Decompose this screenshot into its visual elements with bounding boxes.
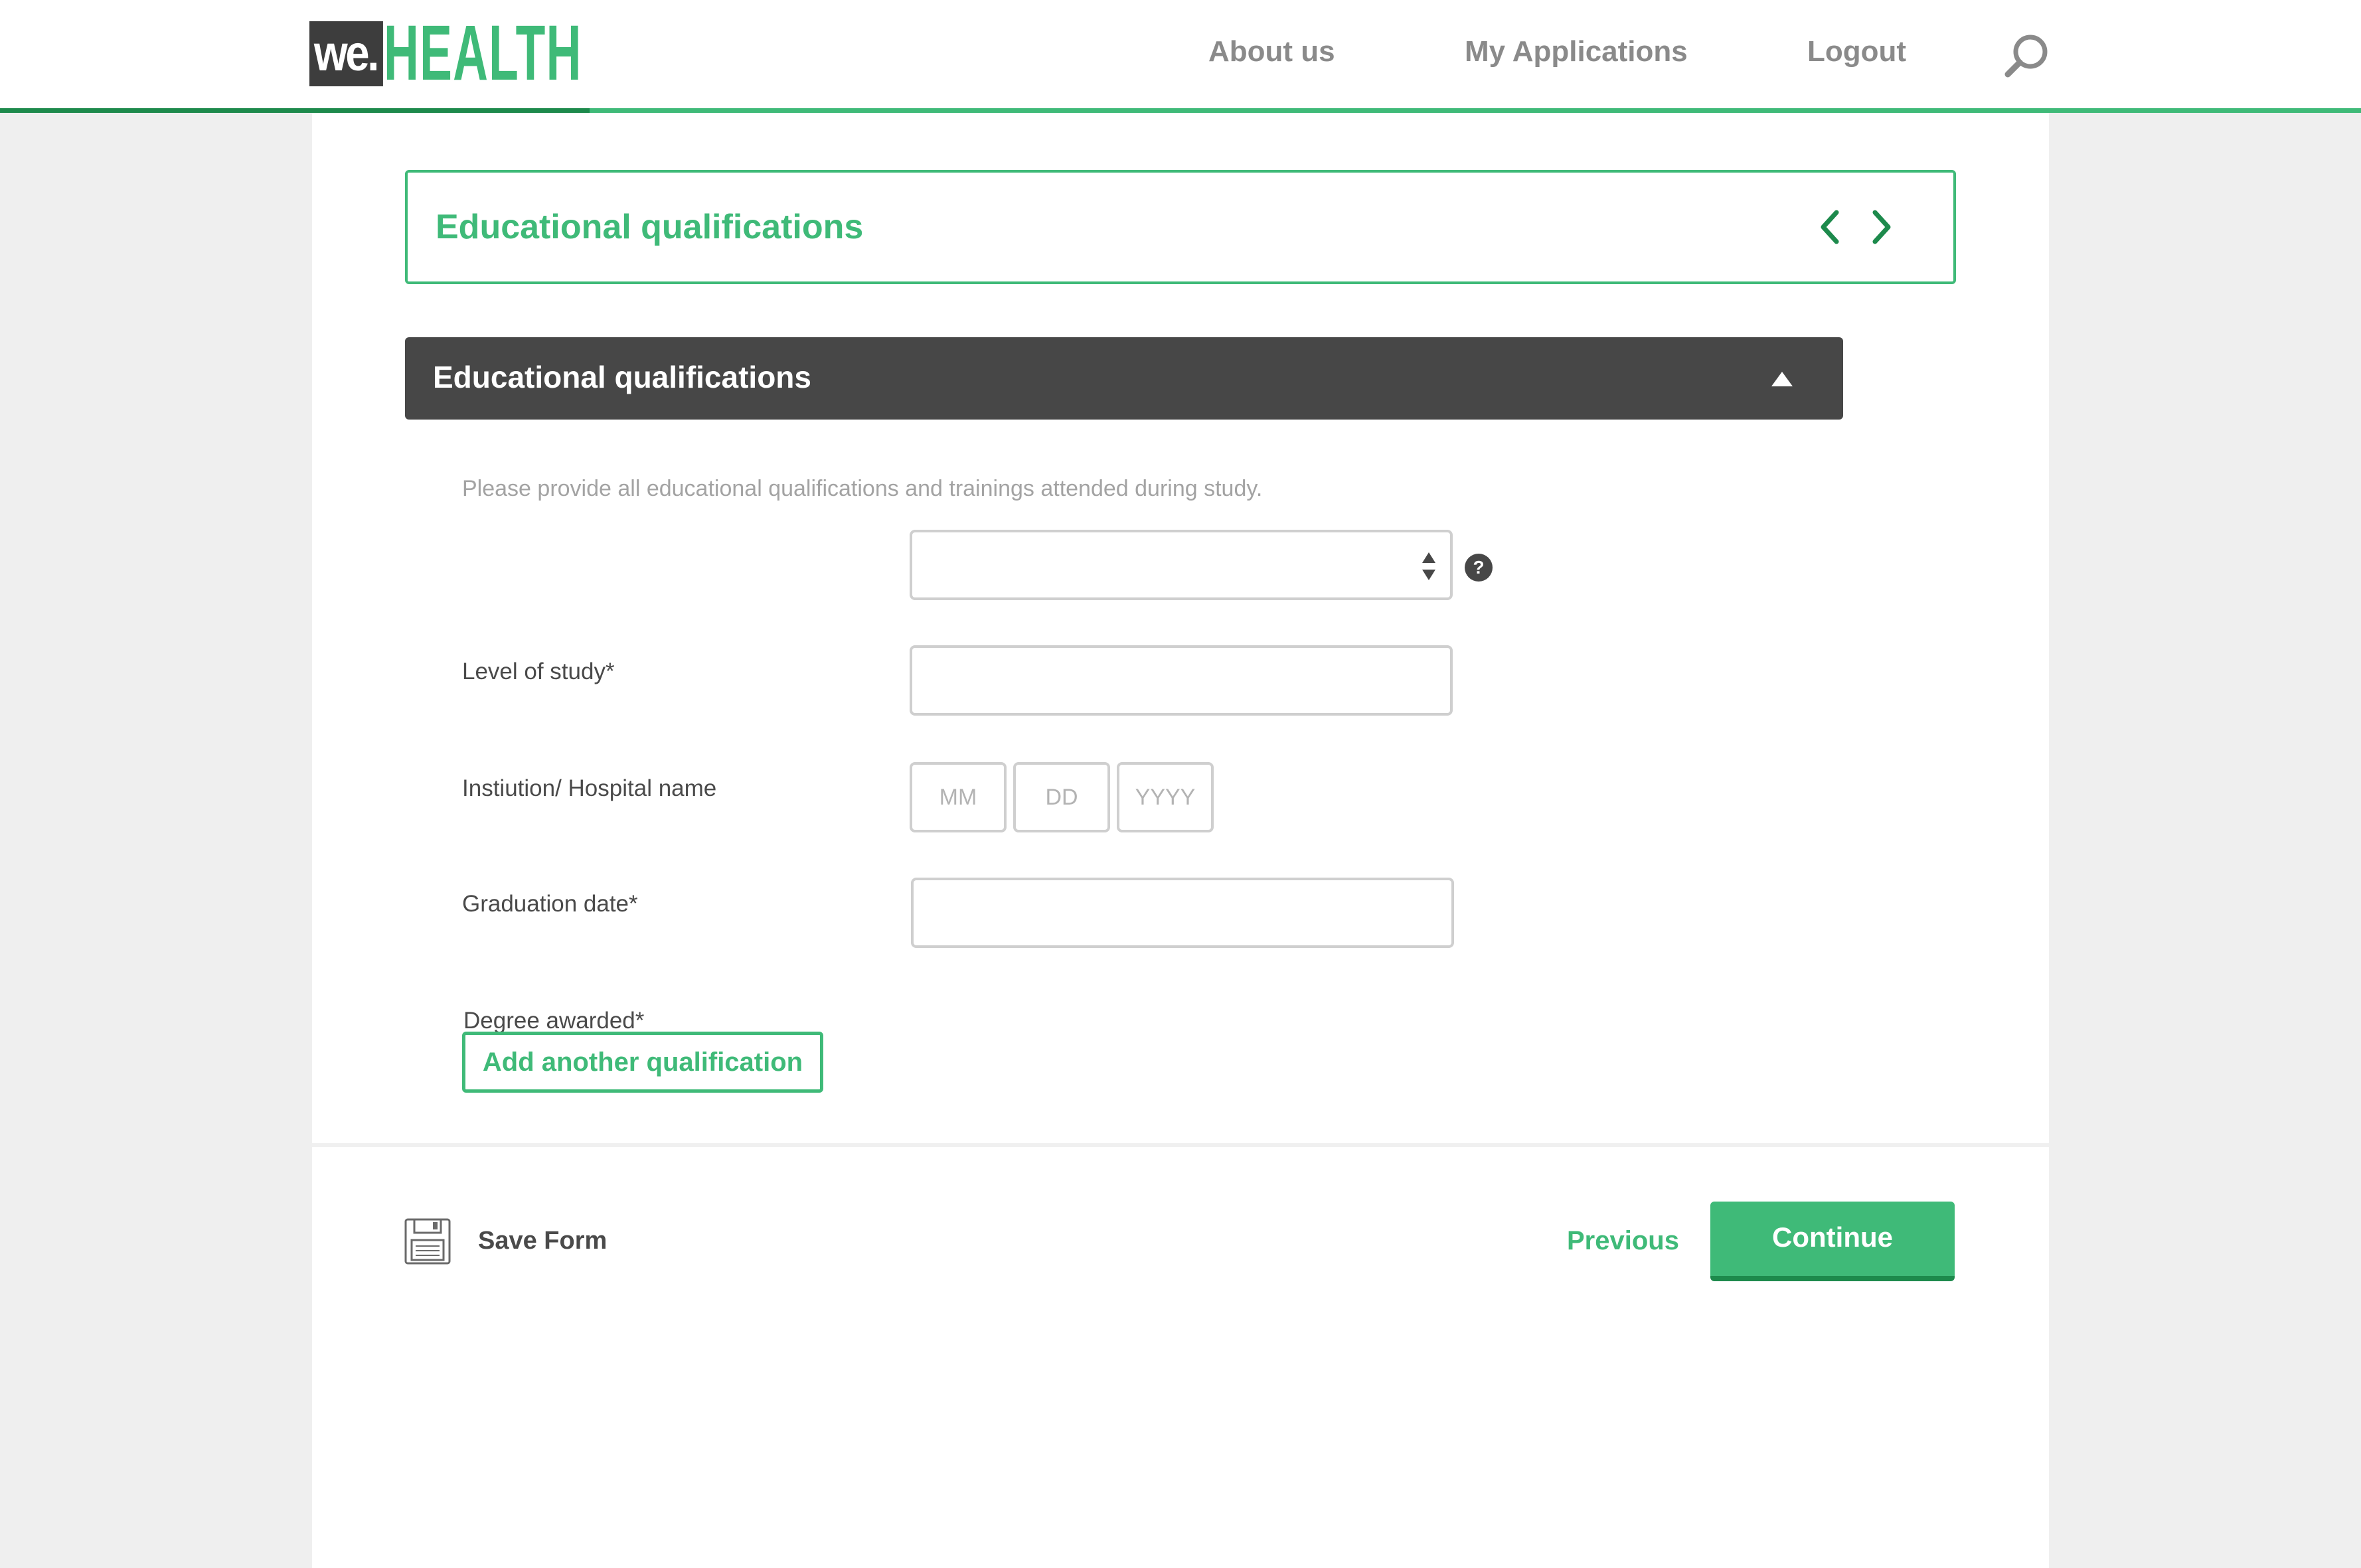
caret-up-icon[interactable] — [1769, 369, 1795, 389]
search-icon[interactable] — [2002, 32, 2050, 80]
select-arrows-icon — [1422, 552, 1435, 580]
chevron-right-icon[interactable] — [1866, 207, 1898, 247]
header-underline-accent — [0, 108, 590, 113]
logo-we-text: we. — [309, 21, 383, 86]
top-header: we. HEALTH About us My Applications Logo… — [0, 0, 2361, 113]
graduation-month-input[interactable]: MM — [910, 762, 1007, 832]
save-form-button[interactable]: Save Form — [478, 1221, 607, 1260]
institution-input[interactable] — [910, 645, 1453, 716]
previous-button[interactable]: Previous — [1567, 1221, 1679, 1260]
level-of-study-select[interactable] — [910, 530, 1453, 600]
section-navigator: Educational qualifications — [405, 170, 1956, 284]
degree-awarded-input[interactable] — [911, 878, 1454, 948]
accordion-title: Educational qualifications — [433, 360, 811, 394]
form-card: Educational qualifications Educational q… — [312, 113, 2049, 1568]
section-nav-title: Educational qualifications — [436, 208, 864, 246]
help-icon[interactable]: ? — [1465, 554, 1493, 582]
graduation-day-input[interactable]: DD — [1013, 762, 1110, 832]
page: we. HEALTH About us My Applications Logo… — [0, 0, 2361, 1568]
footer-divider — [312, 1143, 2049, 1147]
graduation-date-label: Graduation date* — [462, 891, 638, 917]
level-of-study-label: Level of study* — [462, 659, 615, 684]
continue-button[interactable]: Continue — [1710, 1202, 1955, 1281]
institution-label: Instiution/ Hospital name — [462, 775, 717, 801]
floppy-disk-icon[interactable] — [404, 1217, 451, 1265]
accordion-header[interactable]: Educational qualifications — [405, 337, 1843, 420]
add-qualification-button[interactable]: Add another qualification — [462, 1032, 823, 1093]
form-intro-text: Please provide all educational qualifica… — [462, 476, 1263, 501]
logo-health-text: HEALTH — [384, 9, 582, 97]
nav-logout[interactable]: Logout — [1807, 31, 1906, 73]
nav-about-us[interactable]: About us — [1208, 31, 1335, 73]
graduation-year-input[interactable]: YYYY — [1117, 762, 1214, 832]
chevron-left-icon[interactable] — [1814, 207, 1846, 247]
wehealth-logo[interactable]: we. HEALTH — [309, 14, 581, 92]
nav-my-applications[interactable]: My Applications — [1465, 31, 1688, 73]
